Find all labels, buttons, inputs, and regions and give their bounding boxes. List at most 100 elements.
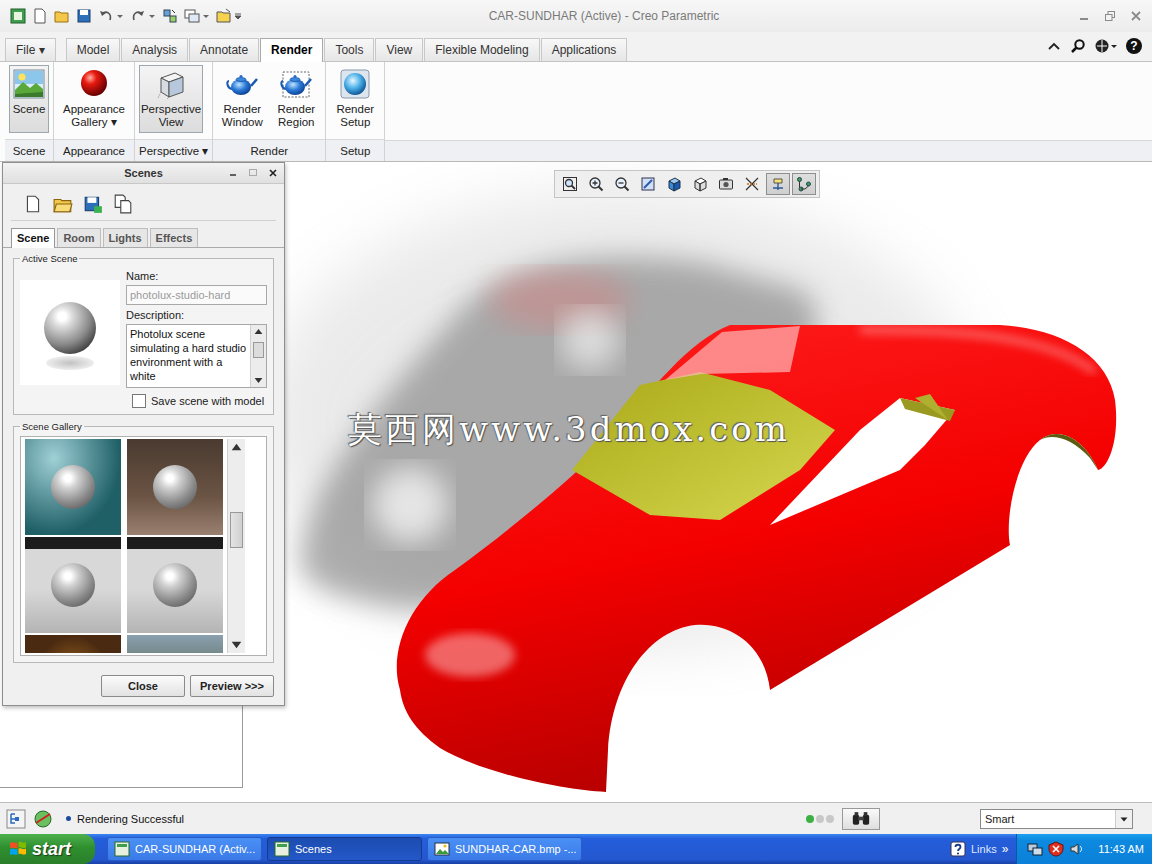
minimize-icon[interactable]	[1078, 10, 1090, 22]
ribbon-button[interactable]: Perspective View	[139, 65, 203, 133]
ribbon-tab[interactable]: File ▾	[5, 38, 56, 61]
scene-thumbnail[interactable]	[25, 635, 121, 653]
taskbar-button[interactable]: Scenes	[267, 837, 422, 861]
dialog-tab[interactable]: Effects	[150, 228, 199, 247]
folder-icon[interactable]	[216, 8, 232, 24]
scroll-thumb[interactable]	[230, 512, 243, 548]
windows-dropdown-icon[interactable]	[202, 8, 210, 24]
network-icon[interactable]	[1027, 841, 1043, 857]
dialog-tab[interactable]: Lights	[103, 228, 148, 247]
open-scene-icon[interactable]	[53, 194, 73, 214]
dialog-minimize-icon[interactable]	[228, 168, 238, 178]
new-file-icon[interactable]	[32, 8, 48, 24]
view-toolbar-button[interactable]	[792, 173, 816, 195]
scene-thumbnail[interactable]	[127, 635, 223, 653]
ribbon-tab[interactable]: Render	[260, 38, 323, 62]
minimize-ribbon-icon[interactable]	[1046, 38, 1062, 54]
dialog-close-icon[interactable]	[268, 168, 278, 178]
restore-icon[interactable]	[1104, 10, 1116, 22]
scene-preview-image	[20, 280, 120, 385]
open-folder-icon[interactable]	[54, 8, 70, 24]
start-button[interactable]: start	[0, 834, 95, 864]
help-button[interactable]: ?	[1126, 38, 1142, 54]
ribbon-tab[interactable]: Model	[66, 38, 121, 61]
dialog-title-bar[interactable]: Scenes	[3, 163, 284, 184]
ribbon-group-label[interactable]: Scene	[5, 139, 53, 161]
clock[interactable]: 11:43 AM	[1098, 843, 1144, 855]
dialog-tab[interactable]: Room	[57, 228, 100, 247]
windows-icon[interactable]	[184, 8, 200, 24]
scene-thumbnail[interactable]	[25, 537, 121, 633]
ribbon-group-label[interactable]: Render	[213, 139, 325, 161]
ribbon-group-label[interactable]: Setup	[326, 139, 384, 161]
save-icon[interactable]	[76, 8, 92, 24]
scene-thumbnail[interactable]	[25, 439, 121, 535]
ribbon-tab[interactable]: Flexible Modeling	[424, 38, 539, 61]
regenerate-icon[interactable]	[162, 8, 178, 24]
scroll-down-icon[interactable]	[251, 374, 266, 387]
scroll-up-icon[interactable]	[228, 439, 245, 455]
save-scene-icon[interactable]	[83, 194, 103, 214]
view-toolbar-button[interactable]	[688, 173, 712, 195]
description-scrollbar[interactable]	[250, 325, 266, 387]
redo-dropdown-icon[interactable]	[148, 8, 156, 24]
customize-toolbar-icon[interactable]	[234, 8, 242, 24]
redo-icon[interactable]	[130, 8, 146, 24]
ribbon-group-label[interactable]: Perspective ▾	[135, 139, 212, 161]
view-toolbar-button[interactable]	[558, 173, 582, 195]
dialog-tab[interactable]: Scene	[11, 228, 55, 248]
save-scene-checkbox[interactable]: Save scene with model	[132, 394, 267, 408]
workspace: 莫西网www.3dmox.comScenes SceneRoomLightsEff…	[0, 162, 1152, 802]
search-icon[interactable]	[1070, 38, 1086, 54]
find-button[interactable]	[842, 808, 880, 830]
graphics-area[interactable]: 莫西网www.3dmox.com	[243, 162, 1152, 802]
gallery-scrollbar[interactable]	[227, 439, 245, 653]
taskbar-button[interactable]: CAR-SUNDHAR (Activ...	[107, 837, 262, 861]
name-field[interactable]: photolux-studio-hard	[126, 285, 267, 305]
dialog-button[interactable]: Preview >>>	[190, 675, 274, 697]
view-toolbar-button[interactable]	[766, 173, 790, 195]
active-scene-group: Active SceneName:photolux-studio-hardDes…	[13, 253, 274, 415]
ribbon-tab[interactable]: Analysis	[121, 38, 188, 61]
ribbon-tab[interactable]: Annotate	[189, 38, 259, 61]
scene-thumbnail[interactable]	[127, 439, 223, 535]
view-toolbar-button[interactable]	[636, 173, 660, 195]
ribbon-button[interactable]: Render Region	[271, 65, 321, 133]
view-toolbar-button[interactable]	[662, 173, 686, 195]
undo-dropdown-icon[interactable]	[116, 8, 124, 24]
links-toolbar[interactable]: Links»	[950, 841, 1008, 857]
community-globe-icon[interactable]	[1094, 38, 1118, 54]
view-toolbar-button[interactable]	[740, 173, 764, 195]
camera-icon	[718, 176, 734, 192]
volume-icon[interactable]	[1069, 841, 1085, 857]
ribbon-button[interactable]: Render Window	[217, 65, 267, 133]
ribbon-tabs: File ▾ ModelAnalysisAnnotateRenderToolsVi…	[0, 32, 1152, 62]
browser-toggle-icon[interactable]	[33, 809, 53, 829]
ribbon-group-label[interactable]: Appearance	[54, 139, 134, 161]
security-alert-icon[interactable]	[1048, 841, 1064, 857]
binoculars-icon	[851, 811, 871, 826]
scene-thumbnail[interactable]	[127, 537, 223, 633]
view-toolbar-button[interactable]	[584, 173, 608, 195]
dialog-button[interactable]: Close	[101, 675, 185, 697]
view-toolbar-button[interactable]	[714, 173, 738, 195]
description-field[interactable]: Photolux scene simulating a hard studio …	[126, 324, 267, 388]
selection-filter-dropdown[interactable]: Smart	[980, 809, 1133, 829]
new-scene-icon[interactable]	[23, 194, 43, 214]
ribbon-button[interactable]: Appearance Gallery ▾	[58, 65, 130, 133]
ribbon-tab[interactable]: Tools	[324, 38, 374, 61]
undo-icon[interactable]	[98, 8, 114, 24]
app-icon[interactable]	[10, 8, 26, 24]
ribbon-tab[interactable]: Applications	[541, 38, 628, 61]
ribbon-tab[interactable]: View	[375, 38, 423, 61]
view-toolbar-button[interactable]	[610, 173, 634, 195]
model-tree-toggle-icon[interactable]	[6, 809, 26, 829]
taskbar-button[interactable]: SUNDHAR-CAR.bmp -...	[427, 837, 582, 861]
teapot-region-icon	[280, 68, 312, 100]
scroll-down-icon[interactable]	[228, 637, 245, 653]
scroll-up-icon[interactable]	[251, 325, 266, 338]
close-icon[interactable]	[1130, 10, 1142, 22]
ribbon-button[interactable]: Render Setup	[330, 65, 380, 133]
ribbon-button[interactable]: Scene	[9, 65, 49, 133]
copy-scene-icon[interactable]	[113, 194, 133, 214]
